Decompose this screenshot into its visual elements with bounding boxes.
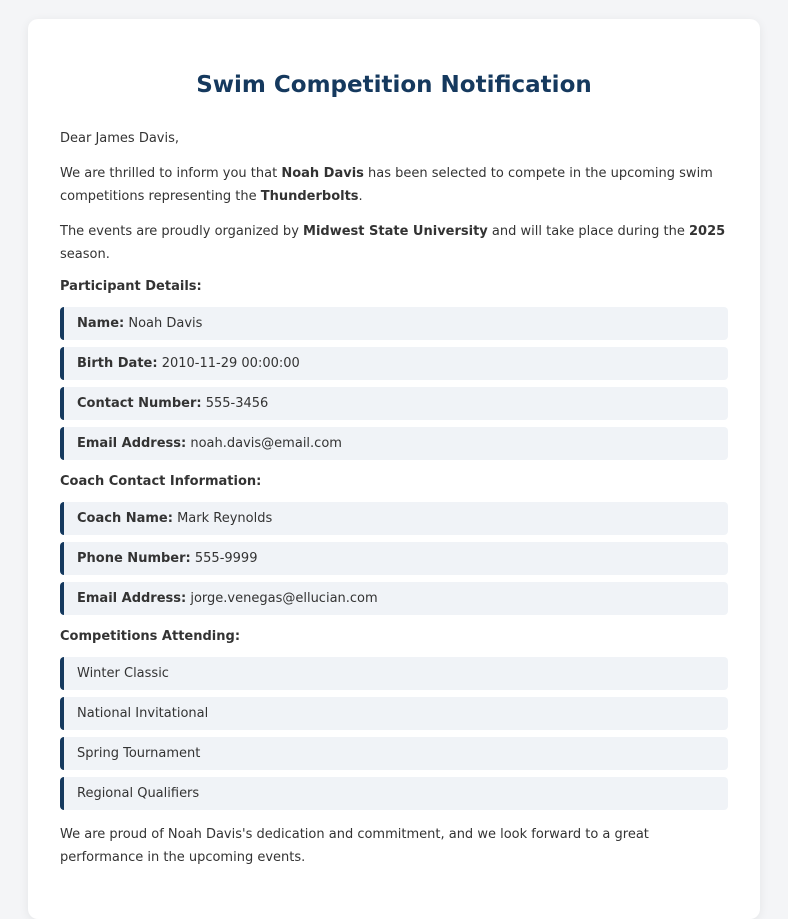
coach-contact-list: Coach Name: Mark Reynolds Phone Number: … [60,502,728,615]
detail-label: Phone Number: [77,551,191,566]
organizer-name: Midwest State University [303,224,488,239]
coach-email-item: Email Address: jorge.venegas@ellucian.co… [60,582,728,615]
page-title: Swim Competition Notification [196,72,592,98]
detail-value: jorge.venegas@ellucian.com [190,591,378,606]
competition-item: Regional Qualifiers [60,777,728,810]
detail-label: Email Address: [77,436,187,451]
intro-text-1: We are thrilled to inform you that [60,166,282,181]
coach-contact-heading: Coach Contact Information: [60,474,262,489]
participant-birth-date-item: Birth Date: 2010-11-29 00:00:00 [60,347,728,380]
coach-name-item: Coach Name: Mark Reynolds [60,502,728,535]
competition-item: National Invitational [60,697,728,730]
detail-label: Email Address: [77,591,187,606]
competitions-list: Winter Classic National Invitational Spr… [60,657,728,810]
competition-item: Spring Tournament [60,737,728,770]
detail-value: noah.davis@email.com [190,436,342,451]
detail-value: 555-3456 [205,396,269,411]
participant-details-list: Name: Noah Davis Birth Date: 2010-11-29 … [60,307,728,460]
organizer-text-1: The events are proudly organized by [60,224,304,239]
competition-item: Winter Classic [60,657,728,690]
detail-value: Mark Reynolds [177,511,273,526]
coach-phone-item: Phone Number: 555-9999 [60,542,728,575]
closing-paragraph: We are proud of Noah Davis's dedication … [60,827,649,865]
detail-label: Contact Number: [77,396,202,411]
detail-label: Name: [77,316,125,331]
season-year: 2025 [689,224,726,239]
detail-value: 555-9999 [194,551,258,566]
organizer-text-2: and will take place during the [487,224,690,239]
notification-card: Swim Competition Notification Dear James… [28,19,760,919]
participant-contact-number-item: Contact Number: 555-3456 [60,387,728,420]
organizer-paragraph: The events are proudly organized by Midw… [60,220,728,266]
detail-value: 2010-11-29 00:00:00 [161,356,300,371]
competitions-heading: Competitions Attending: [60,629,241,644]
team-name: Thunderbolts [260,189,359,204]
participant-details-heading: Participant Details: [60,279,202,294]
greeting: Dear James Davis, [60,131,180,146]
intro-paragraph: We are thrilled to inform you that Noah … [60,162,728,208]
participant-email-item: Email Address: noah.davis@email.com [60,427,728,460]
detail-label: Birth Date: [77,356,158,371]
athlete-name: Noah Davis [281,166,364,181]
participant-name-item: Name: Noah Davis [60,307,728,340]
intro-text-3: . [358,189,363,204]
detail-label: Coach Name: [77,511,173,526]
organizer-text-3: season. [60,247,110,262]
detail-value: Noah Davis [128,316,203,331]
